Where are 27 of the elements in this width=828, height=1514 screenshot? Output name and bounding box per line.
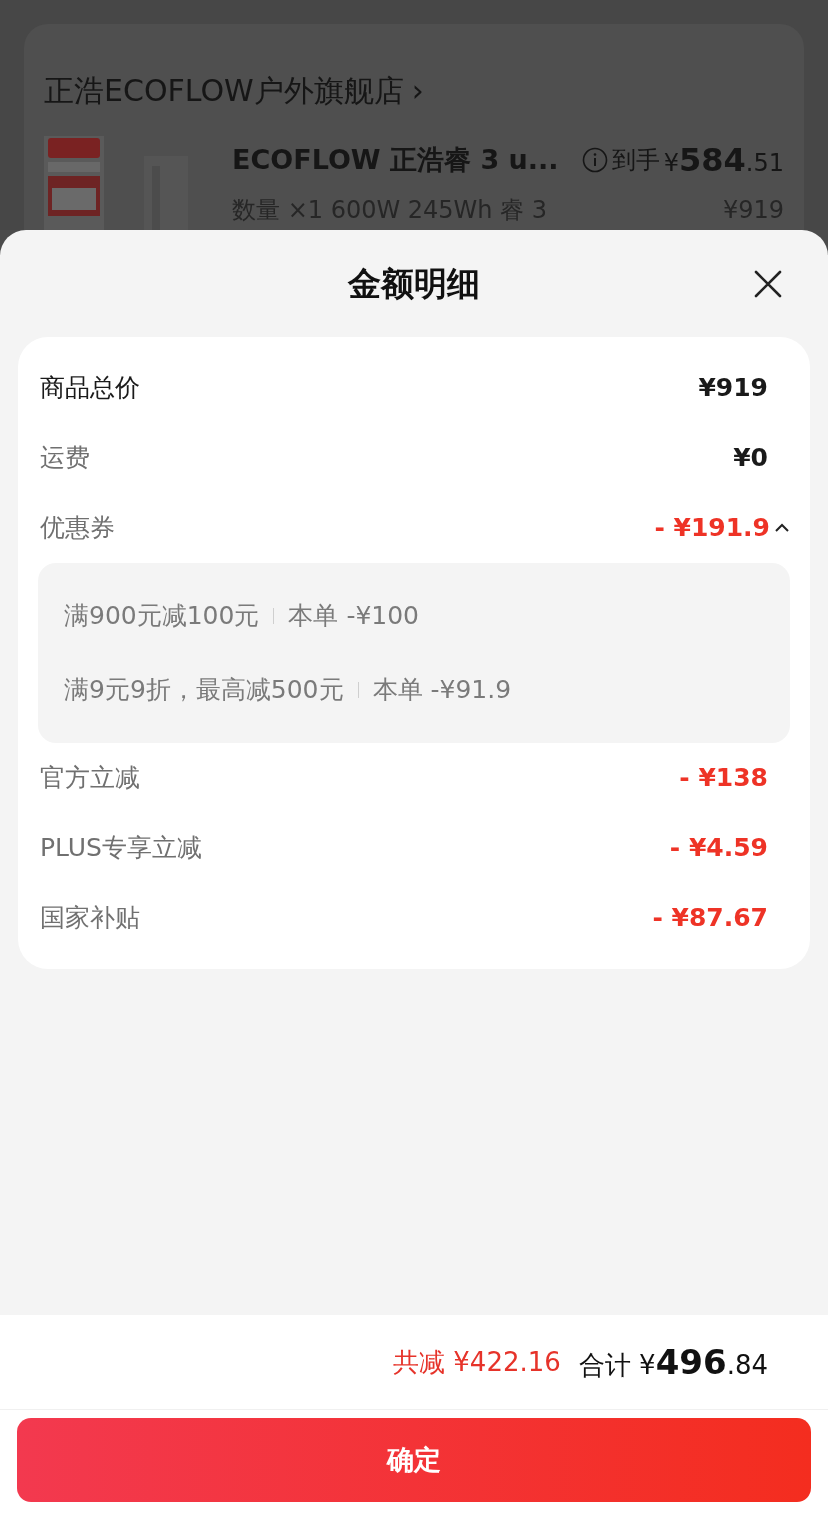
sheet-title: 金额明细	[348, 262, 480, 305]
row-label: PLUS专享立减	[40, 832, 202, 865]
row-value: - ¥4.59	[669, 832, 768, 865]
row-value: ¥919	[698, 372, 768, 405]
row-value: - ¥87.67	[652, 902, 768, 935]
total-amount: 合计 ¥496.84	[578, 1340, 768, 1384]
row-label: 优惠券	[40, 512, 115, 545]
final-price: ¥584.51	[663, 140, 784, 181]
row-label: 国家补贴	[40, 902, 140, 935]
row-value: ¥0	[733, 442, 768, 475]
coupon-condition: 满9元9折，最高减500元	[64, 674, 344, 707]
row-label: 商品总价	[40, 372, 140, 405]
total-discount: 共减 ¥422.16	[393, 1345, 561, 1379]
confirm-button[interactable]: 确定	[17, 1418, 811, 1502]
row-value: - ¥191.9	[654, 512, 770, 545]
close-button[interactable]	[752, 268, 784, 300]
chevron-up-icon[interactable]	[774, 523, 790, 533]
row-label: 官方立减	[40, 762, 140, 795]
coupon-amount: 本单 -¥91.9	[372, 674, 512, 707]
coupon-amount: 本单 -¥100	[288, 600, 420, 633]
product-title: ECOFLOW 正浩睿 3 u...	[232, 142, 559, 177]
store-name[interactable]: 正浩ECOFLOW户外旗舰店	[44, 76, 404, 106]
row-label: 运费	[40, 442, 90, 475]
chevron-icon[interactable]: ›	[411, 76, 424, 106]
coupon-condition: 满900元减100元	[64, 600, 260, 633]
row-value: - ¥138	[679, 762, 768, 795]
price-label: 到手	[611, 145, 660, 176]
